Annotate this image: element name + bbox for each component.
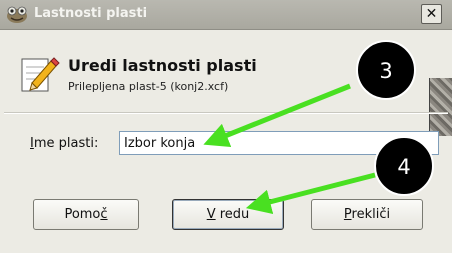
layer-name-label-text: me plasti: [33, 136, 99, 151]
help-button-label: Pomo [64, 207, 101, 222]
cancel-button-mnemonic: P [343, 207, 352, 222]
layer-subtitle: Prilepljena plast-5 (konj2.xcf) [68, 80, 229, 93]
dialog-header: Uredi lastnosti plasti Prilepljena plast… [0, 30, 452, 136]
help-button[interactable]: Pomoč [33, 199, 139, 230]
ok-button[interactable]: V redu [172, 199, 284, 230]
gimp-app-icon [7, 6, 27, 23]
cancel-button[interactable]: Prekliči [311, 199, 423, 230]
layer-thumbnail [429, 78, 452, 136]
badge-4-number: 4 [397, 155, 410, 179]
layer-name-label: Ime plasti: [30, 136, 98, 151]
layer-name-input[interactable] [119, 131, 439, 155]
close-icon: ✕ [425, 6, 438, 22]
close-button[interactable]: ✕ [421, 4, 442, 24]
ok-button-mnemonic: V [206, 207, 216, 222]
title-bar[interactable]: Lastnosti plasti ✕ [0, 0, 452, 30]
window-title: Lastnosti plasti [34, 6, 148, 21]
help-button-mnemonic: č [100, 207, 108, 222]
header-separator [4, 112, 448, 114]
cancel-button-label: rekliči [351, 207, 391, 222]
dialog-heading: Uredi lastnosti plasti [68, 56, 257, 75]
ok-button-label: redu [215, 207, 250, 222]
layer-properties-dialog: Lastnosti plasti ✕ Uredi lastnosti plast… [0, 0, 452, 253]
pencil-document-icon [21, 57, 60, 92]
